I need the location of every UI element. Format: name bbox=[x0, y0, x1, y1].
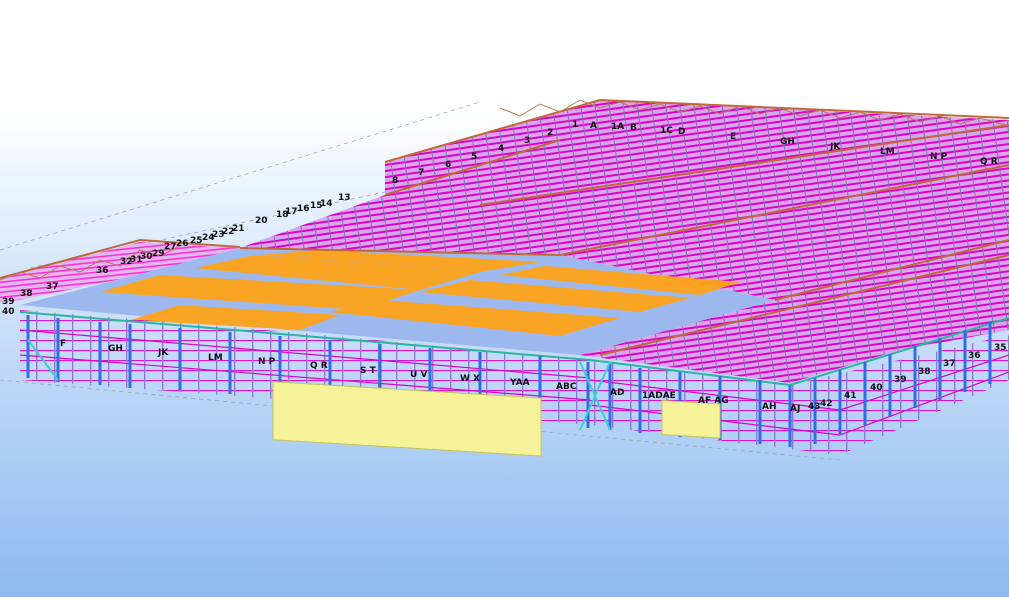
grid-label: B bbox=[630, 123, 637, 133]
grid-label: 4 bbox=[498, 144, 504, 154]
door-opening-small bbox=[661, 399, 721, 439]
grid-label: 3 bbox=[524, 136, 530, 146]
grid-label: 40 bbox=[2, 307, 15, 317]
steel-structure-3d-model: F GH JK LM N P Q R S T U V W X YAA ABC A… bbox=[0, 0, 1009, 597]
grid-label: 40 bbox=[870, 383, 883, 393]
grid-label: 39 bbox=[894, 375, 907, 385]
grid-label: 15 bbox=[310, 201, 323, 211]
grid-label: S T bbox=[360, 366, 377, 376]
grid-label: 2 bbox=[547, 128, 553, 138]
grid-label: 1 bbox=[572, 120, 578, 130]
grid-label: 26 bbox=[176, 239, 189, 249]
grid-label: 37 bbox=[943, 359, 956, 369]
grid-label: Q R bbox=[310, 361, 328, 371]
grid-label: D bbox=[678, 127, 685, 137]
grid-label: 5 bbox=[471, 152, 477, 162]
grid-label: Q R bbox=[980, 157, 998, 167]
grid-label: W X bbox=[460, 374, 480, 384]
grid-label: N P bbox=[258, 357, 276, 367]
grid-label: AJ bbox=[790, 404, 800, 414]
grid-label: E bbox=[730, 132, 736, 142]
grid-label: 35 bbox=[994, 343, 1007, 353]
grid-label: 25 bbox=[190, 236, 203, 246]
grid-label: GH bbox=[108, 344, 123, 354]
grid-label: 39 bbox=[2, 297, 15, 307]
grid-label: 1ADAE bbox=[642, 391, 676, 401]
grid-label: N P bbox=[930, 152, 948, 162]
grid-label: 24 bbox=[202, 233, 215, 243]
grid-label: A bbox=[590, 121, 597, 131]
grid-label: F bbox=[60, 339, 66, 349]
grid-label: AH bbox=[762, 402, 777, 412]
grid-label: YAA bbox=[509, 378, 530, 388]
grid-label: 7 bbox=[418, 168, 424, 178]
grid-label: 37 bbox=[46, 282, 59, 292]
grid-label: 1C bbox=[660, 126, 673, 136]
grid-label: 32 bbox=[120, 257, 133, 267]
grid-label: 29 bbox=[152, 249, 165, 259]
model-viewport[interactable]: F GH JK LM N P Q R S T U V W X YAA ABC A… bbox=[0, 0, 1009, 597]
grid-label: ABC bbox=[556, 382, 577, 392]
grid-label: 27 bbox=[164, 242, 177, 252]
grid-label: JK bbox=[157, 348, 169, 358]
grid-label: 16 bbox=[297, 204, 310, 214]
grid-label: GH bbox=[780, 137, 795, 147]
grid-label: AF AG bbox=[698, 396, 729, 406]
grid-label: 38 bbox=[20, 289, 33, 299]
grid-label: 38 bbox=[918, 367, 931, 377]
grid-label: JK bbox=[829, 142, 841, 152]
grid-label: LM bbox=[880, 147, 895, 157]
grid-label: U V bbox=[410, 370, 427, 380]
grid-label: 41 bbox=[844, 391, 857, 401]
grid-label: LM bbox=[208, 353, 223, 363]
grid-label: 36 bbox=[96, 266, 109, 276]
grid-label: 36 bbox=[968, 351, 981, 361]
grid-label: 8 bbox=[392, 176, 398, 186]
grid-label: 1A bbox=[611, 122, 624, 132]
grid-label: 42 bbox=[820, 399, 833, 409]
grid-label: 20 bbox=[255, 216, 268, 226]
grid-label: 43 bbox=[808, 402, 821, 412]
grid-label: 6 bbox=[445, 160, 451, 170]
grid-label: 13 bbox=[338, 193, 351, 203]
grid-label: 18 bbox=[276, 210, 289, 220]
grid-label: AD bbox=[610, 388, 624, 398]
